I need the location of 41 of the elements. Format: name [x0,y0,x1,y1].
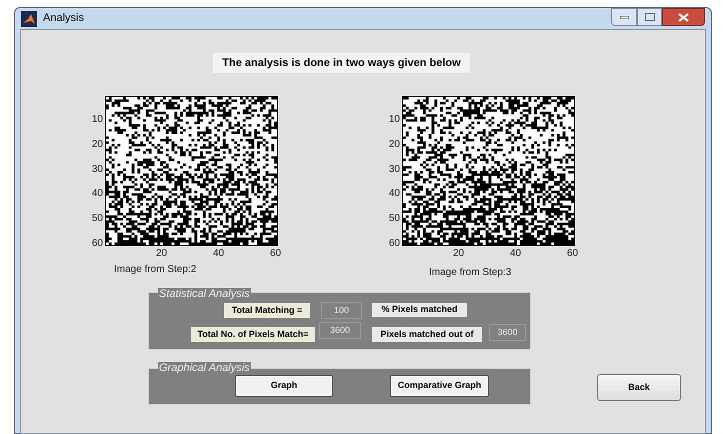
axis-tick-label: 30 [388,164,400,175]
image-caption: Image from Step:2 [114,263,196,277]
axis-tick-label: 60 [566,249,580,259]
axis-tick-label: 20 [452,249,466,259]
axis-tick-label: 40 [90,189,103,200]
close-icon [678,12,689,22]
panel-title: Graphical Analysis [158,362,251,374]
axis-tick-label: 60 [269,249,282,259]
axis-tick-label: 20 [90,140,103,150]
comparative-graph-button[interactable]: Comparative Graph [390,375,489,397]
total-pixels-count: 3600 [489,324,526,341]
window-title: Analysis [43,11,84,26]
axis-tick-label: 60 [90,238,103,249]
axis-tick-label: 40 [388,189,400,200]
image-caption: Image from Step:3 [429,266,512,280]
maximize-button[interactable] [637,8,662,26]
axis-tick-label: 10 [388,115,400,126]
app-logo-icon [21,10,37,26]
graph-button[interactable]: Graph [235,375,333,397]
axis-tick-label: 50 [388,214,400,224]
panel-title: Statistical Analysis [158,288,251,300]
close-button[interactable] [662,8,705,26]
axis-tick-label: 50 [90,214,103,224]
axis-tick-label: 20 [155,249,168,259]
total-matching-value: 100 [321,302,362,319]
axis-tick-label: 40 [509,249,522,259]
minimize-button[interactable] [611,8,637,26]
maximize-icon [644,13,654,21]
axis-tick-label: 60 [388,238,400,249]
percent-matched-label: % Pixels matched [372,303,467,317]
heading-text: The analysis is done in two ways given below [213,53,470,73]
axis-tick-label: 20 [388,140,400,150]
axis-tick-label: 10 [90,115,103,126]
total-pixels-value: 3600 [319,322,361,339]
minimize-icon [620,16,628,18]
axis-tick-label: 40 [212,249,226,259]
total-pixels-label: Total No. of Pixels Match= [191,327,315,342]
matched-out-of-label: Pixels matched out of [372,327,482,342]
back-button[interactable]: Back [597,374,681,401]
axis-tick-label: 30 [90,164,103,175]
total-matching-label: Total Matching = [224,303,310,318]
